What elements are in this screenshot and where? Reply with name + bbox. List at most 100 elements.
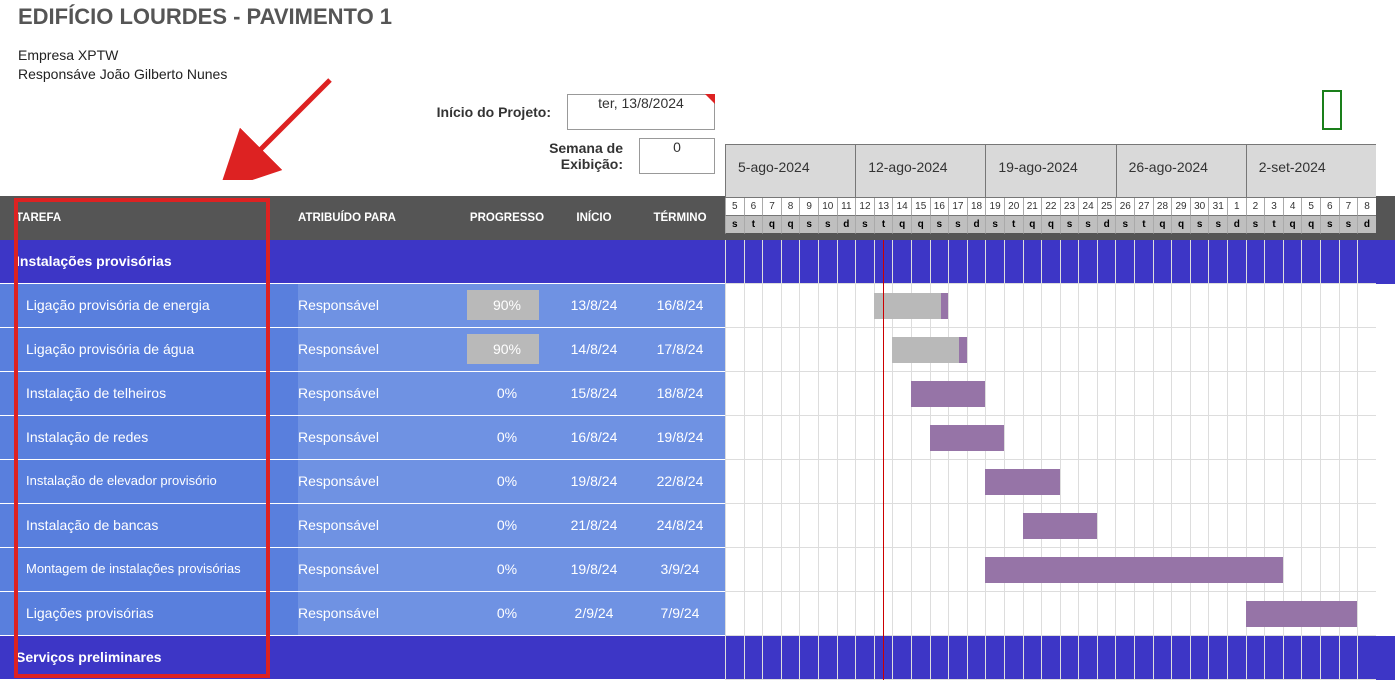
week-header: 12-ago-2024 — [855, 144, 985, 198]
gantt-bar[interactable] — [1023, 513, 1097, 539]
day-letter: s — [985, 216, 1004, 234]
gantt-bar[interactable] — [985, 469, 1059, 495]
day-number: 13 — [874, 198, 893, 216]
task-name[interactable]: Ligações provisórias — [0, 592, 298, 636]
task-start[interactable]: 15/8/24 — [554, 372, 634, 416]
day-letter: q — [1283, 216, 1302, 234]
task-name[interactable]: Instalação de telheiros — [0, 372, 298, 416]
task-assigned[interactable]: Responsável — [298, 284, 460, 328]
day-number: 31 — [1208, 198, 1227, 216]
week-header: 26-ago-2024 — [1116, 144, 1246, 198]
day-letter: s — [725, 216, 744, 234]
task-assigned[interactable]: Responsável — [298, 372, 460, 416]
day-letter: t — [744, 216, 763, 234]
gantt-row — [725, 460, 1395, 504]
task-end[interactable]: 7/9/24 — [634, 592, 726, 636]
task-assigned[interactable]: Responsável — [298, 548, 460, 592]
gantt-bar[interactable] — [892, 337, 966, 363]
day-letter: s — [1246, 216, 1265, 234]
task-assigned[interactable]: Responsável — [298, 460, 460, 504]
task-start[interactable]: 16/8/24 — [554, 416, 634, 460]
day-number: 6 — [1320, 198, 1339, 216]
task-start[interactable]: 19/8/24 — [554, 548, 634, 592]
task-start[interactable]: 21/8/24 — [554, 504, 634, 548]
day-letter: s — [1208, 216, 1227, 234]
day-number: 14 — [892, 198, 911, 216]
day-number: 22 — [1041, 198, 1060, 216]
task-name[interactable]: Ligação provisória de água — [0, 328, 298, 372]
task-start[interactable]: 19/8/24 — [554, 460, 634, 504]
header-progress: PROGRESSO — [460, 212, 554, 224]
day-letter: s — [855, 216, 874, 234]
gantt-bar[interactable] — [930, 425, 1004, 451]
day-letter: t — [1134, 216, 1153, 234]
day-letter: s — [1078, 216, 1097, 234]
group-name: Serviços preliminares — [0, 636, 298, 680]
gantt-chart — [725, 240, 1395, 680]
task-name[interactable]: Montagem de instalações provisórias — [0, 548, 298, 592]
header-end: TÉRMINO — [634, 212, 726, 224]
day-letter: s — [1115, 216, 1134, 234]
task-assigned[interactable]: Responsável — [298, 504, 460, 548]
day-letter: q — [781, 216, 800, 234]
day-number: 3 — [1264, 198, 1283, 216]
task-progress-value: 0% — [467, 598, 547, 628]
task-progress-cell[interactable]: 0% — [460, 460, 554, 504]
task-start[interactable]: 14/8/24 — [554, 328, 634, 372]
gantt-bar[interactable] — [1246, 601, 1358, 627]
day-letter: s — [818, 216, 837, 234]
task-progress-cell[interactable]: 0% — [460, 548, 554, 592]
day-letter: q — [1301, 216, 1320, 234]
task-assigned[interactable]: Responsável — [298, 416, 460, 460]
day-number: 11 — [837, 198, 856, 216]
task-end[interactable]: 18/8/24 — [634, 372, 726, 416]
day-number: 27 — [1134, 198, 1153, 216]
day-number: 25 — [1097, 198, 1116, 216]
task-end[interactable]: 17/8/24 — [634, 328, 726, 372]
task-progress-cell[interactable]: 0% — [460, 592, 554, 636]
task-assigned[interactable]: Responsável — [298, 328, 460, 372]
day-letter: t — [1004, 216, 1023, 234]
task-progress-value: 0% — [467, 510, 547, 540]
task-progress-cell[interactable]: 0% — [460, 416, 554, 460]
task-progress-cell[interactable]: 0% — [460, 372, 554, 416]
day-number: 7 — [1339, 198, 1358, 216]
task-end[interactable]: 19/8/24 — [634, 416, 726, 460]
task-start[interactable]: 2/9/24 — [554, 592, 634, 636]
cell-empty — [554, 240, 634, 284]
day-number: 7 — [762, 198, 781, 216]
cell-empty — [554, 636, 634, 680]
task-progress-cell[interactable]: 90% — [460, 284, 554, 328]
task-progress-cell[interactable]: 0% — [460, 504, 554, 548]
task-assigned[interactable]: Responsável — [298, 592, 460, 636]
day-letter: s — [1190, 216, 1209, 234]
project-start-label: Início do Projeto: — [417, 104, 567, 120]
project-start-value: ter, 13/8/2024 — [598, 95, 684, 111]
task-end[interactable]: 16/8/24 — [634, 284, 726, 328]
gantt-row — [725, 416, 1395, 460]
day-letter: q — [1041, 216, 1060, 234]
day-letter: s — [948, 216, 967, 234]
task-end[interactable]: 3/9/24 — [634, 548, 726, 592]
day-number: 2 — [1246, 198, 1265, 216]
day-letter: t — [874, 216, 893, 234]
day-number: 20 — [1004, 198, 1023, 216]
project-start-input[interactable]: ter, 13/8/2024 — [567, 94, 715, 130]
day-number: 16 — [930, 198, 949, 216]
cell-empty — [634, 636, 726, 680]
task-end[interactable]: 24/8/24 — [634, 504, 726, 548]
day-number: 5 — [1301, 198, 1320, 216]
gantt-bar[interactable] — [911, 381, 985, 407]
task-name[interactable]: Instalação de bancas — [0, 504, 298, 548]
task-name[interactable]: Instalação de elevador provisório — [0, 460, 298, 504]
task-start[interactable]: 13/8/24 — [554, 284, 634, 328]
task-end[interactable]: 22/8/24 — [634, 460, 726, 504]
task-name[interactable]: Ligação provisória de energia — [0, 284, 298, 328]
gantt-bar[interactable] — [985, 557, 1283, 583]
task-name[interactable]: Instalação de redes — [0, 416, 298, 460]
gantt-bar[interactable] — [874, 293, 948, 319]
gantt-row — [725, 636, 1395, 680]
task-progress-cell[interactable]: 90% — [460, 328, 554, 372]
cell-empty — [460, 636, 554, 680]
day-number: 29 — [1171, 198, 1190, 216]
